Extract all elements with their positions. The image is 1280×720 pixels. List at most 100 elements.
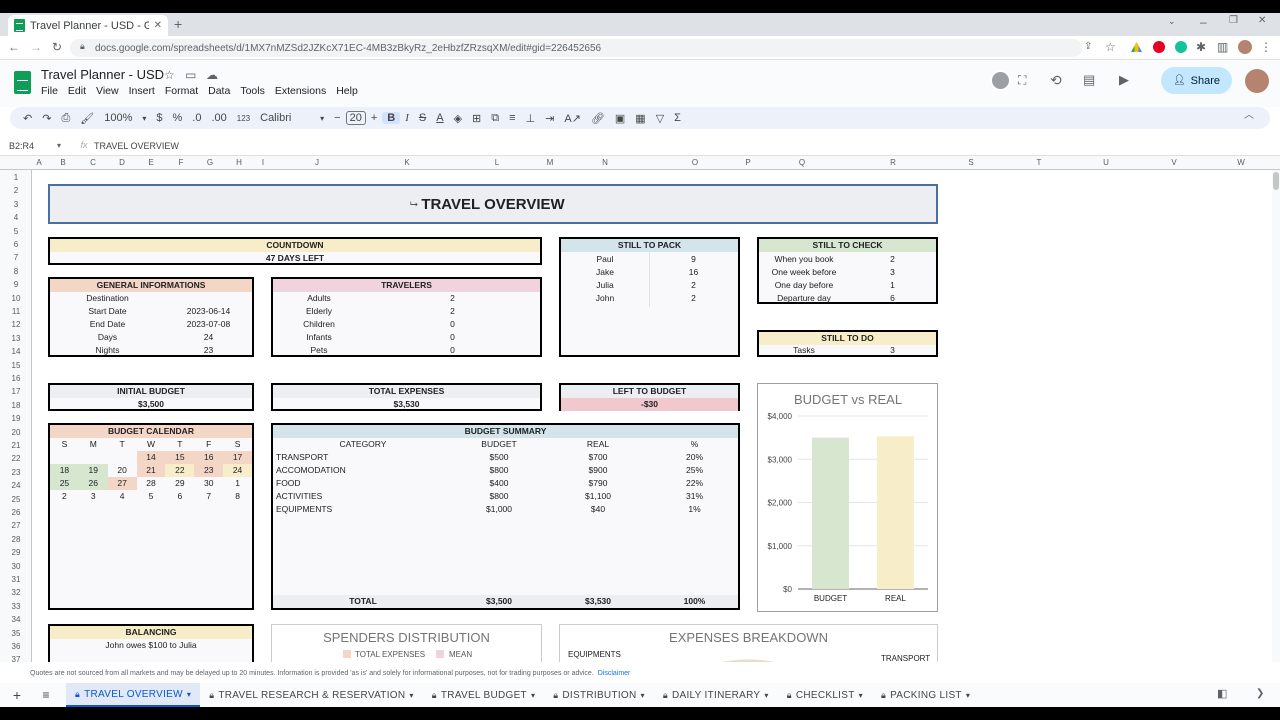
title-banner[interactable]: ⮡ TRAVEL OVERVIEW bbox=[48, 184, 938, 224]
tab-search-icon[interactable]: ⌄ bbox=[1168, 17, 1176, 26]
row-header[interactable]: 37 bbox=[0, 655, 31, 662]
print-icon[interactable]: ⎙ bbox=[56, 112, 75, 125]
row-header[interactable]: 28 bbox=[0, 535, 31, 544]
column-header[interactable]: J bbox=[315, 158, 319, 167]
text-wrap-icon[interactable]: ⇥ bbox=[540, 112, 559, 125]
scrollbar-thumb[interactable] bbox=[1273, 172, 1279, 190]
spenders-distribution-chart[interactable]: SPENDERS DISTRIBUTION TOTAL EXPENSES MEA… bbox=[271, 624, 542, 662]
menu-view[interactable]: View bbox=[96, 85, 119, 97]
column-header[interactable]: K bbox=[404, 158, 409, 167]
comments-icon[interactable]: ▤ bbox=[1083, 73, 1095, 86]
sheets-logo-icon[interactable] bbox=[14, 71, 31, 94]
horizontal-align-icon[interactable]: ≡ bbox=[504, 112, 520, 124]
sheet-tab[interactable]: 🔒︎ TRAVEL OVERVIEW ▾ bbox=[66, 683, 201, 707]
sheet-tab[interactable]: 🔒︎ PACKING LIST ▾ bbox=[872, 683, 979, 707]
font-size-input[interactable]: 20 bbox=[345, 111, 366, 125]
sheet-tab-dropdown-icon[interactable]: ▾ bbox=[641, 691, 645, 700]
percent-format-button[interactable]: % bbox=[168, 112, 188, 124]
font-size-increase-icon[interactable]: + bbox=[366, 112, 382, 124]
row-header[interactable]: 18 bbox=[0, 401, 31, 410]
zoom-dropdown-icon[interactable]: ▾ bbox=[137, 114, 151, 123]
minimize-icon[interactable]: – bbox=[1200, 16, 1207, 28]
share-button[interactable]: 👤︎ Share bbox=[1161, 67, 1232, 94]
italic-icon[interactable]: I bbox=[400, 112, 414, 124]
column-header[interactable]: M bbox=[547, 158, 554, 167]
undo-icon[interactable]: ↶ bbox=[18, 112, 37, 125]
row-header[interactable]: 22 bbox=[0, 454, 31, 463]
menu-extensions[interactable]: Extensions bbox=[275, 85, 326, 97]
sheet-tab[interactable]: 🔒︎ DISTRIBUTION ▾ bbox=[544, 683, 654, 707]
row-header[interactable]: 36 bbox=[0, 642, 31, 651]
column-header[interactable]: E bbox=[148, 158, 153, 167]
row-header[interactable]: 7 bbox=[0, 253, 31, 262]
menu-tools[interactable]: Tools bbox=[240, 85, 265, 97]
name-box[interactable]: B2:R4 bbox=[0, 141, 52, 151]
maximize-icon[interactable]: ❐ bbox=[1229, 16, 1238, 26]
filter-icon[interactable]: ▽ bbox=[651, 112, 669, 125]
document-title[interactable]: Travel Planner - USD bbox=[41, 67, 164, 82]
row-header[interactable]: 11 bbox=[0, 307, 31, 316]
font-select[interactable]: Calibri bbox=[255, 112, 315, 124]
sheet-tab-dropdown-icon[interactable]: ▾ bbox=[966, 691, 970, 700]
sheet-tab-dropdown-icon[interactable]: ▾ bbox=[409, 691, 413, 700]
sidepanel-icon[interactable]: ▥ bbox=[1217, 41, 1228, 53]
add-sheet-icon[interactable]: + bbox=[0, 688, 34, 702]
explore-icon[interactable]: ◧ bbox=[1217, 689, 1227, 700]
row-header[interactable]: 26 bbox=[0, 508, 31, 517]
column-header[interactable]: P bbox=[745, 158, 750, 167]
column-header[interactable]: F bbox=[179, 158, 184, 167]
name-box-dropdown-icon[interactable]: ▾ bbox=[52, 141, 66, 150]
sheet-tab[interactable]: 🔒︎ TRAVEL BUDGET ▾ bbox=[423, 683, 545, 707]
bookmark-star-icon[interactable]: ☆ bbox=[1105, 41, 1116, 53]
collapse-toolbar-icon[interactable]: ︿ bbox=[1244, 111, 1254, 121]
row-header[interactable]: 23 bbox=[0, 468, 31, 477]
disclaimer-link[interactable]: Disclaimer bbox=[598, 670, 631, 677]
sheet-tab[interactable]: 🔒︎ TRAVEL RESEARCH & RESERVATION ▾ bbox=[200, 683, 423, 707]
text-rotation-icon[interactable]: A↗ bbox=[559, 112, 586, 125]
insert-link-icon[interactable]: 🔗︎ bbox=[586, 112, 610, 125]
row-header[interactable]: 1 bbox=[0, 173, 31, 182]
all-sheets-icon[interactable]: ≡ bbox=[34, 689, 58, 701]
column-header[interactable]: B bbox=[60, 158, 65, 167]
meet-icon[interactable]: ▶︎ bbox=[1119, 73, 1129, 86]
merge-cells-icon[interactable]: ⧉ bbox=[486, 112, 504, 125]
sheet-grid[interactable]: ⮡ TRAVEL OVERVIEW COUNTDOWN 47 DAYS LEFT… bbox=[32, 170, 1272, 662]
menu-file[interactable]: File bbox=[41, 85, 58, 97]
insert-chart-icon[interactable]: ▦ bbox=[630, 112, 650, 125]
budget-vs-real-chart[interactable]: BUDGET vs REAL $0 $1,000 $2,000 $3,000 $4,00… bbox=[757, 383, 938, 612]
version-history-icon[interactable]: ⟲ bbox=[1050, 73, 1062, 87]
font-size-decrease-icon[interactable]: − bbox=[329, 112, 345, 124]
column-header[interactable]: D bbox=[119, 158, 125, 167]
share-page-icon[interactable]: ⇪ bbox=[1084, 42, 1092, 52]
sheet-tab[interactable]: 🔒︎ DAILY ITINERARY ▾ bbox=[654, 683, 778, 707]
expenses-breakdown-chart[interactable]: EXPENSES BREAKDOWN EQUIPMENTS TRANSPORT bbox=[559, 624, 938, 662]
decrease-decimal-button[interactable]: .0 bbox=[187, 112, 206, 124]
collaborator-avatar[interactable] bbox=[990, 70, 1011, 91]
menu-insert[interactable]: Insert bbox=[129, 85, 155, 97]
row-header[interactable]: 20 bbox=[0, 428, 31, 437]
menu-data[interactable]: Data bbox=[208, 85, 230, 97]
insert-comment-icon[interactable]: ▣ bbox=[610, 112, 630, 125]
row-header[interactable]: 4 bbox=[0, 213, 31, 222]
strikethrough-icon[interactable]: S bbox=[414, 112, 431, 124]
column-header[interactable]: A bbox=[36, 158, 41, 167]
column-header[interactable]: U bbox=[1103, 158, 1109, 167]
row-header[interactable]: 32 bbox=[0, 588, 31, 597]
reload-icon[interactable]: ↻ bbox=[52, 41, 62, 53]
row-header[interactable]: 34 bbox=[0, 615, 31, 624]
close-window-icon[interactable]: ✕ bbox=[1258, 16, 1266, 26]
row-header[interactable]: 21 bbox=[0, 441, 31, 450]
row-header[interactable]: 14 bbox=[0, 347, 31, 356]
currency-format-button[interactable]: $ bbox=[151, 112, 167, 124]
row-header[interactable]: 24 bbox=[0, 481, 31, 490]
menu-edit[interactable]: Edit bbox=[68, 85, 86, 97]
sheet-tab-dropdown-icon[interactable]: ▾ bbox=[764, 691, 768, 700]
row-header[interactable]: 5 bbox=[0, 227, 31, 236]
tabs-scroll-icon[interactable]: ❯ bbox=[1256, 689, 1264, 699]
fill-color-icon[interactable]: ◈ bbox=[449, 112, 467, 125]
browser-tab[interactable]: Travel Planner - USD - Google Sh ✕ bbox=[8, 15, 168, 36]
cloud-status-icon[interactable]: ☁︎ bbox=[206, 69, 218, 81]
extensions-puzzle-icon[interactable]: ✱ bbox=[1196, 41, 1206, 53]
url-field[interactable]: docs.google.com/spreadsheets/d/1MX7nMZSd… bbox=[70, 39, 1082, 57]
profile-avatar[interactable] bbox=[1238, 40, 1252, 54]
